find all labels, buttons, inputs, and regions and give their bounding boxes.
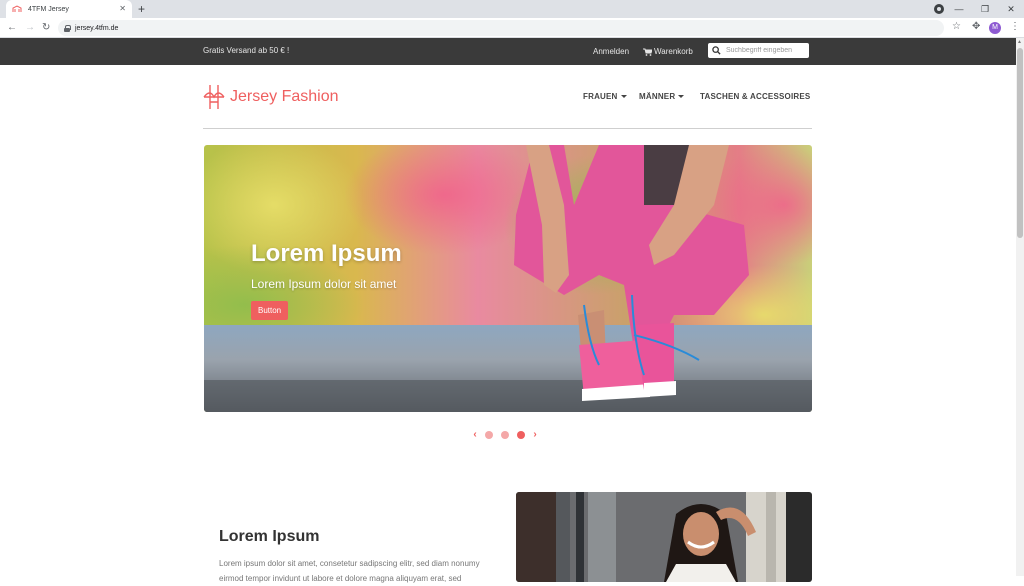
- nav-label: MÄNNER: [639, 92, 676, 101]
- nav-item-maenner[interactable]: MÄNNER: [639, 92, 685, 101]
- scrollbar-thumb[interactable]: [1017, 48, 1023, 238]
- lock-icon: [64, 24, 71, 32]
- caret-down-icon: [620, 95, 627, 99]
- cart-link[interactable]: Warenkorb: [643, 47, 693, 56]
- hero-cta-button[interactable]: Button: [251, 301, 289, 320]
- chevron-right-icon[interactable]: ›: [529, 429, 541, 441]
- hero-title: Lorem Ipsum: [251, 240, 402, 267]
- section-title: Lorem Ipsum: [219, 528, 320, 545]
- hero-carousel: Lorem Ipsum Lorem Ipsum dolor sit amet B…: [204, 145, 812, 412]
- bookmark-star-icon[interactable]: ☆: [952, 21, 961, 32]
- window-controls: — ❐ ✕: [946, 0, 1024, 18]
- carousel-dot-1[interactable]: [485, 431, 493, 439]
- forward-icon[interactable]: →: [25, 21, 35, 35]
- search-box[interactable]: [708, 43, 809, 58]
- nav-label: TASCHEN & ACCESSOIRES: [700, 92, 811, 101]
- chevron-left-icon[interactable]: ‹: [469, 429, 481, 441]
- hero-subtitle: Lorem Ipsum dolor sit amet: [251, 277, 397, 291]
- page-scrollbar[interactable]: ▲: [1016, 38, 1024, 576]
- search-input[interactable]: [726, 47, 806, 54]
- brand-logo-link[interactable]: Jersey Fashion: [203, 84, 339, 110]
- browser-tab[interactable]: 4TFM Jersey ✕: [6, 0, 132, 18]
- profile-avatar[interactable]: M: [989, 22, 1001, 34]
- carousel-dot-2[interactable]: [501, 431, 509, 439]
- header-divider: [203, 128, 812, 129]
- close-icon[interactable]: ✕: [119, 5, 126, 13]
- browser-toolbar: ← → ↻ jersey.4tfm.de ☆ ✥ M ⋮: [0, 18, 1024, 38]
- url-text: jersey.4tfm.de: [75, 24, 119, 32]
- address-bar[interactable]: jersey.4tfm.de: [58, 20, 944, 36]
- profile-menu-icon[interactable]: [934, 4, 944, 14]
- section-text: Lorem ipsum dolor sit amet, consetetur s…: [219, 559, 480, 583]
- browser-tabbar: 4TFM Jersey ✕ + — ❐ ✕: [0, 0, 1024, 18]
- nav-item-frauen[interactable]: FRAUEN: [583, 92, 627, 101]
- login-link[interactable]: Anmelden: [593, 47, 629, 56]
- restore-icon[interactable]: ❐: [972, 4, 998, 15]
- favicon-icon: [12, 5, 22, 13]
- browser-menu-icon[interactable]: ⋮: [1010, 21, 1020, 32]
- site-topbar: Gratis Versand ab 50 € ! Anmelden Warenk…: [0, 38, 1016, 65]
- minimize-icon[interactable]: —: [946, 4, 972, 14]
- scroll-up-icon[interactable]: ▲: [1017, 39, 1022, 45]
- new-tab-icon[interactable]: +: [138, 2, 145, 16]
- brand-name: Jersey Fashion: [230, 88, 339, 105]
- cart-icon: [643, 48, 652, 56]
- extensions-icon[interactable]: ✥: [972, 21, 980, 32]
- nav-item-taschen-accessoires[interactable]: TASCHEN & ACCESSOIRES: [700, 92, 810, 101]
- reload-icon[interactable]: ↻: [42, 21, 50, 35]
- search-icon: [712, 46, 721, 55]
- window-close-icon[interactable]: ✕: [998, 4, 1024, 15]
- bridge-logo-icon: [203, 85, 225, 109]
- tab-title: 4TFM Jersey: [28, 5, 69, 13]
- carousel-controls: ‹ ›: [469, 429, 541, 441]
- back-icon[interactable]: ←: [7, 21, 17, 35]
- cart-label: Warenkorb: [654, 47, 693, 56]
- woman-photo: [516, 492, 812, 582]
- carousel-dot-3[interactable]: [517, 431, 525, 439]
- nav-label: FRAUEN: [583, 92, 618, 101]
- caret-down-icon: [678, 95, 685, 99]
- shipping-notice: Gratis Versand ab 50 € !: [203, 46, 290, 55]
